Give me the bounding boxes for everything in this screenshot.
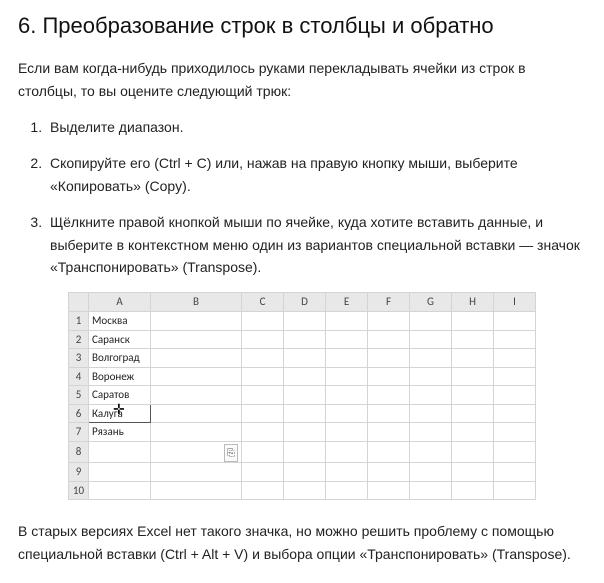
col-header: A <box>89 293 151 312</box>
col-header: C <box>242 293 284 312</box>
page-title: 6. Преобразование строк в столбцы и обра… <box>18 8 586 43</box>
excel-screenshot: A B C D E F G H I 1Москва 2Саранск 3Волг… <box>68 292 586 500</box>
col-header: I <box>494 293 536 312</box>
step-1: Выделите диапазон. <box>46 116 586 138</box>
cell: Воронеж <box>89 367 151 386</box>
paste-options-icon: ⎘ <box>224 444 238 462</box>
step-2: Скопируйте его (Ctrl + C) или, нажав на … <box>46 152 586 197</box>
col-header: D <box>284 293 326 312</box>
row-header: 5 <box>69 386 89 405</box>
col-header: G <box>410 293 452 312</box>
cursor-icon: ✛ <box>113 403 125 417</box>
col-header: H <box>452 293 494 312</box>
row-header: 7 <box>69 423 89 442</box>
row-header: 6 <box>69 404 89 423</box>
row-header: 2 <box>69 330 89 349</box>
row-header: 1 <box>69 311 89 330</box>
excel-grid: A B C D E F G H I 1Москва 2Саранск 3Волг… <box>68 292 536 500</box>
cell: Саранск <box>89 330 151 349</box>
steps-list: Выделите диапазон. Скопируйте его (Ctrl … <box>18 116 586 278</box>
corner-cell <box>69 293 89 312</box>
cell: Рязань <box>89 423 151 442</box>
cell <box>89 442 151 463</box>
step-3: Щёлкните правой кнопкой мыши по ячейке, … <box>46 211 586 278</box>
intro-text: Если вам когда-нибудь приходилось руками… <box>18 57 586 102</box>
cell: Москва <box>89 311 151 330</box>
cell: Волгоград <box>89 349 151 368</box>
paste-options: ⎘ <box>151 442 242 463</box>
row-header: 9 <box>69 463 89 482</box>
outro-text: В старых версиях Excel нет такого значка… <box>18 520 586 565</box>
row-header: 10 <box>69 481 89 500</box>
row-header: 8 <box>69 442 89 463</box>
cell-selected: Калуга✛ <box>89 404 151 423</box>
col-header: B <box>151 293 242 312</box>
row-header: 3 <box>69 349 89 368</box>
col-header: E <box>326 293 368 312</box>
row-header: 4 <box>69 367 89 386</box>
col-header: F <box>368 293 410 312</box>
